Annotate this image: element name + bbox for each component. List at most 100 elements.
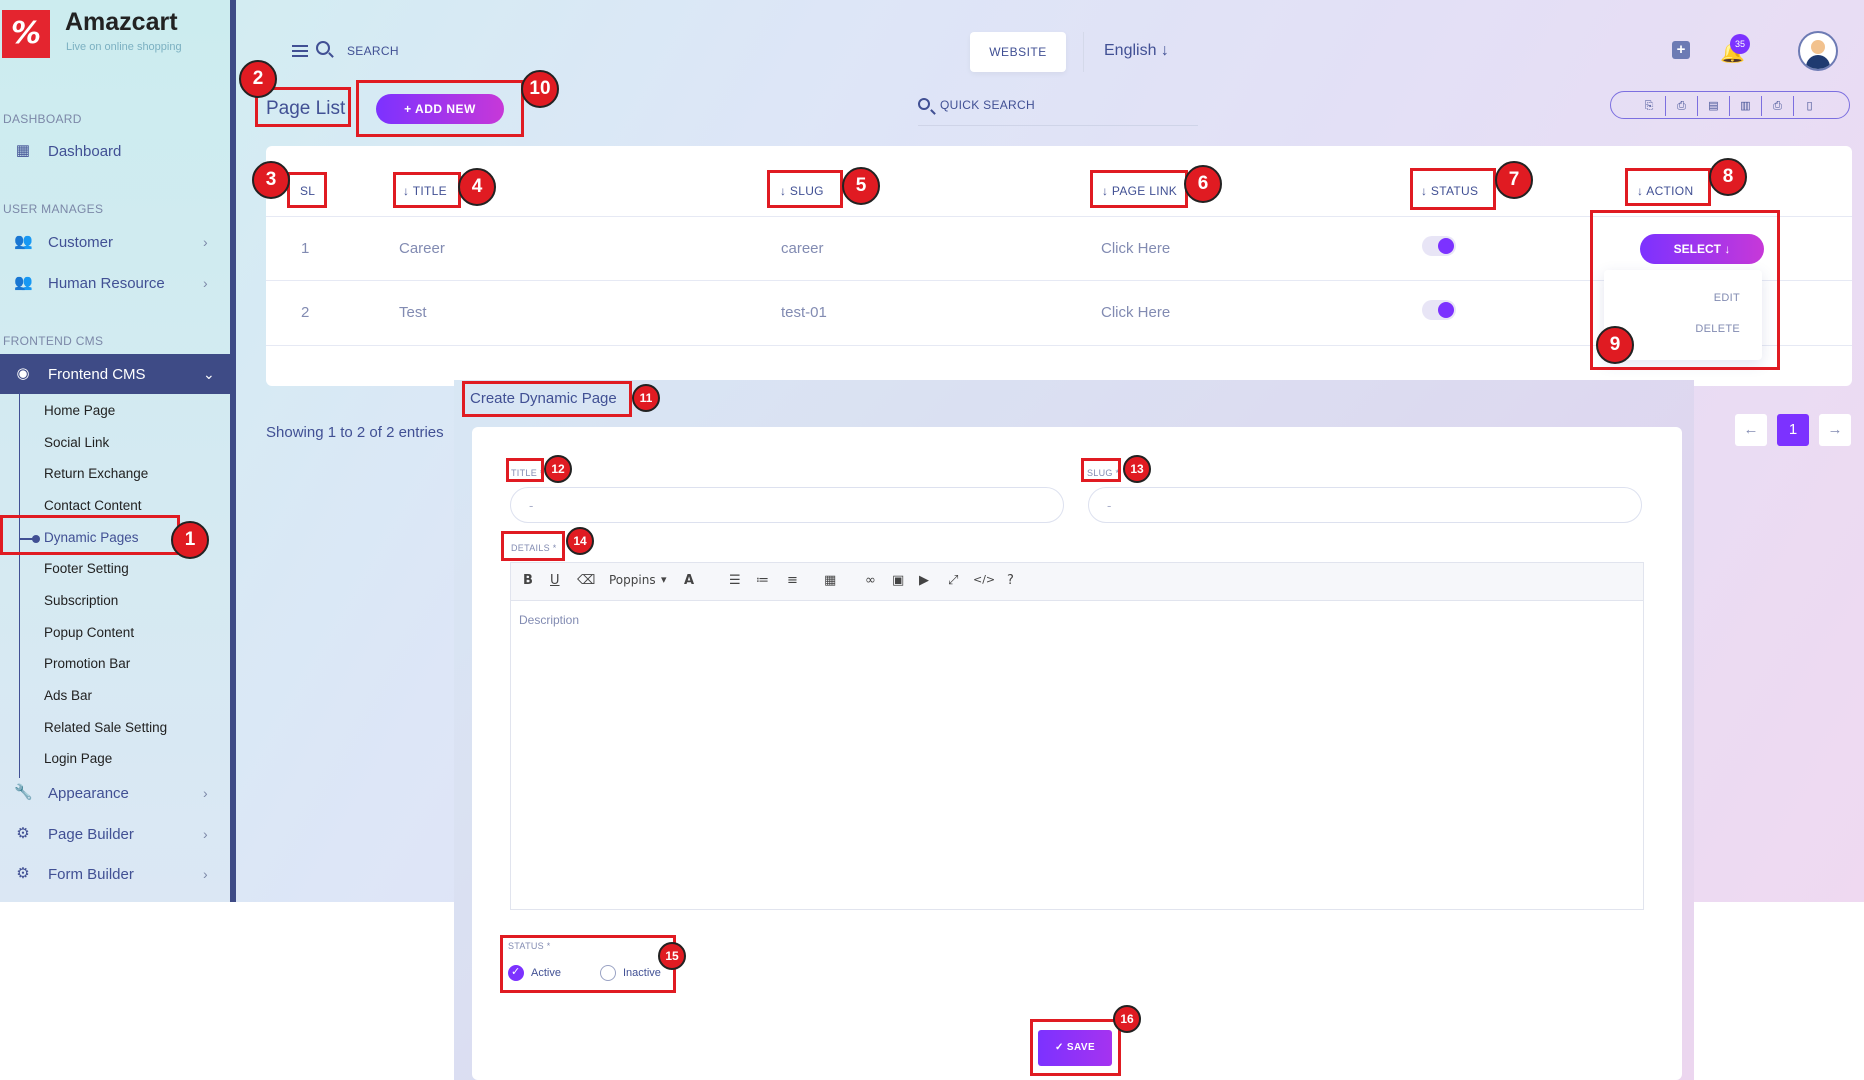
annotation-badge-10: 10 — [521, 70, 559, 108]
caret-down-icon: ▾ — [661, 573, 667, 586]
export-button-group: ⎘ ⎙ ▤ ▥ ⎙ ▯ — [1610, 91, 1850, 119]
copy-icon[interactable]: ⎘ — [1633, 96, 1665, 116]
avatar[interactable] — [1798, 31, 1838, 71]
bullet-list-icon[interactable]: ☰ — [729, 573, 741, 588]
sidebar-item-label: Customer — [48, 233, 114, 251]
sidebar-item-label: Appearance — [48, 784, 129, 802]
cell-slug: career — [781, 240, 824, 257]
eye-icon: ◉ — [16, 365, 30, 382]
annotation-badge-2: 2 — [239, 60, 277, 98]
code-view-icon[interactable]: </> — [973, 573, 995, 586]
annotation-badge-12: 12 — [544, 455, 572, 483]
sidebar-scrollbar[interactable] — [230, 0, 236, 902]
sidebar-item-form-builder[interactable]: ⚙ Form Builder › — [0, 854, 230, 894]
language-select[interactable]: English ↓ — [1104, 42, 1169, 60]
page-1-button[interactable]: 1 — [1777, 414, 1809, 446]
sidebar-item-page-builder[interactable]: ⚙ Page Builder › — [0, 814, 230, 854]
image-icon[interactable]: ▣ — [892, 573, 904, 588]
search-icon — [918, 98, 930, 110]
rich-text-editor[interactable]: B U ⌫ Poppins ▾ A ☰ ≔ ≡ ▦ ∞ ▣ ▶ ⤢ </> ? … — [510, 562, 1644, 910]
brand-tagline: Live on online shopping — [66, 41, 182, 53]
font-color-icon[interactable]: A — [684, 573, 694, 588]
next-page-button[interactable]: → — [1819, 414, 1851, 446]
highlight-box-15 — [500, 935, 676, 993]
chevron-down-icon: ⌄ — [203, 365, 215, 382]
logo-icon: % — [2, 10, 50, 58]
excel-icon[interactable]: ⎙ — [1665, 96, 1697, 116]
users-icon: 👥 — [14, 274, 33, 291]
highlight-box-13 — [1081, 458, 1121, 482]
submenu-item-popup-content[interactable]: Popup Content — [44, 625, 134, 640]
submenu-item-promotion-bar[interactable]: Promotion Bar — [44, 656, 130, 671]
search-input[interactable]: SEARCH — [347, 44, 399, 58]
sidebar-item-frontend-cms[interactable]: ◉ Frontend CMS ⌄ — [0, 354, 230, 394]
title-input[interactable]: - — [510, 487, 1064, 523]
annotation-badge-16: 16 — [1113, 1005, 1141, 1033]
submenu-tree-line — [19, 392, 20, 778]
highlight-box-5 — [767, 170, 843, 208]
submenu-item-subscription[interactable]: Subscription — [44, 593, 118, 608]
editor-toolbar: B U ⌫ Poppins ▾ A ☰ ≔ ≡ ▦ ∞ ▣ ▶ ⤢ </> ? — [511, 563, 1643, 601]
bold-icon[interactable]: B — [523, 573, 533, 588]
sidebar-item-dashboard[interactable]: ▦ Dashboard — [0, 131, 230, 171]
ordered-list-icon[interactable]: ≔ — [756, 573, 769, 588]
highlight-box-4 — [393, 172, 461, 208]
submenu-item-ads-bar[interactable]: Ads Bar — [44, 688, 92, 703]
brand-name: Amazcart — [65, 8, 178, 36]
sidebar-item-customer[interactable]: 👥 Customer › — [0, 222, 230, 262]
sidebar-item-human-resource[interactable]: 👥 Human Resource › — [0, 263, 230, 303]
align-icon[interactable]: ≡ — [787, 573, 798, 588]
cell-page-link[interactable]: Click Here — [1101, 304, 1170, 321]
print-icon[interactable]: ⎙ — [1761, 96, 1793, 116]
chevron-right-icon: › — [203, 234, 208, 250]
divider — [1083, 32, 1084, 72]
submenu-item-social-link[interactable]: Social Link — [44, 435, 109, 450]
status-toggle[interactable] — [1422, 300, 1456, 320]
highlight-box-8 — [1625, 168, 1711, 206]
annotation-badge-14: 14 — [566, 527, 594, 555]
editor-placeholder: Description — [519, 613, 580, 627]
quick-search-placeholder: QUICK SEARCH — [940, 98, 1035, 112]
annotation-badge-5: 5 — [842, 167, 880, 205]
highlight-box-14 — [501, 531, 565, 561]
chevron-right-icon: › — [203, 275, 208, 291]
sidebar-item-appearance[interactable]: 🔧 Appearance › — [0, 773, 230, 813]
status-toggle[interactable] — [1422, 236, 1456, 256]
submenu-item-return-exchange[interactable]: Return Exchange — [44, 466, 148, 481]
submenu-item-related-sale-setting[interactable]: Related Sale Setting — [44, 720, 167, 735]
menu-toggle-icon[interactable] — [292, 45, 308, 57]
add-icon[interactable]: + — [1672, 41, 1690, 59]
submenu-item-contact-content[interactable]: Contact Content — [44, 498, 142, 513]
annotation-badge-9: 9 — [1596, 326, 1634, 364]
underline-icon[interactable]: U — [550, 573, 560, 588]
submenu-item-footer-setting[interactable]: Footer Setting — [44, 561, 129, 576]
cell-page-link[interactable]: Click Here — [1101, 240, 1170, 257]
fullscreen-icon[interactable]: ⤢ — [948, 573, 958, 588]
search-icon[interactable] — [316, 41, 330, 55]
video-icon[interactable]: ▶ — [919, 573, 929, 588]
pdf-icon[interactable]: ▥ — [1729, 96, 1761, 116]
quick-search-field[interactable]: QUICK SEARCH — [918, 92, 1198, 126]
grid-icon: ▦ — [15, 142, 31, 159]
font-family-select[interactable]: Poppins — [609, 573, 656, 587]
users-icon: 👥 — [14, 233, 33, 250]
slug-input[interactable]: - — [1088, 487, 1642, 523]
eraser-icon[interactable]: ⌫ — [577, 573, 595, 588]
csv-icon[interactable]: ▤ — [1697, 96, 1729, 116]
prev-page-button[interactable]: ← — [1735, 414, 1767, 446]
columns-icon[interactable]: ▯ — [1793, 96, 1825, 116]
highlight-box-10 — [356, 80, 524, 137]
link-icon[interactable]: ∞ — [865, 573, 876, 588]
annotation-badge-6: 6 — [1184, 165, 1222, 203]
website-button[interactable]: WEBSITE — [970, 32, 1066, 72]
submenu-item-login-page[interactable]: Login Page — [44, 751, 112, 766]
sidebar-item-label: Form Builder — [48, 865, 134, 883]
cell-sl: 2 — [301, 304, 310, 321]
sidebar-item-label: Dashboard — [48, 142, 122, 160]
help-icon[interactable]: ? — [1007, 573, 1014, 588]
table-icon[interactable]: ▦ — [824, 573, 836, 588]
sidebar: % Amazcart Live on online shopping DASHB… — [0, 0, 236, 902]
highlight-box-3 — [287, 172, 327, 208]
annotation-badge-7: 7 — [1495, 161, 1533, 199]
submenu-item-home-page[interactable]: Home Page — [44, 403, 115, 418]
